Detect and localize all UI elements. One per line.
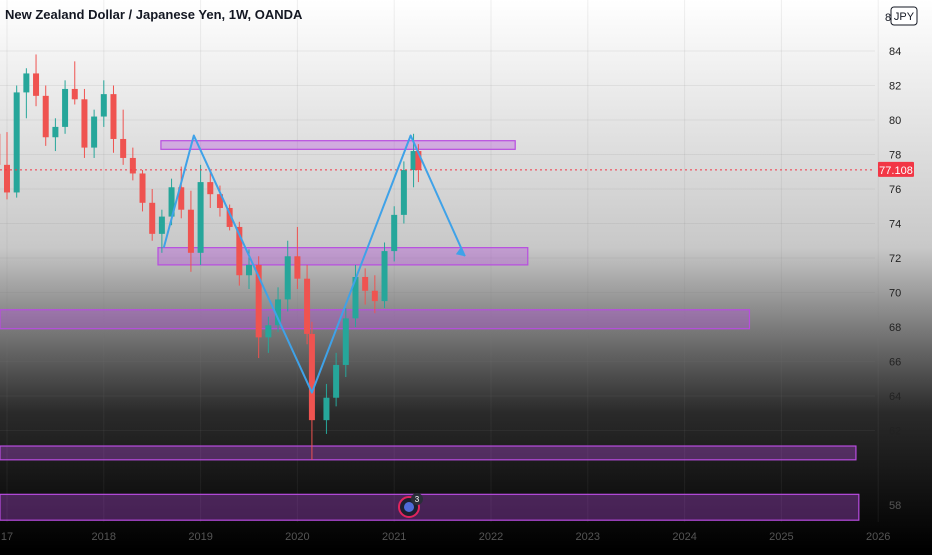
price-tick-label: 68 — [889, 322, 901, 334]
candle-body — [333, 365, 339, 398]
candle-body — [62, 89, 68, 127]
candle-body — [23, 73, 29, 92]
candle-body — [72, 89, 78, 99]
candle-body — [382, 251, 388, 301]
candle-body — [285, 256, 291, 299]
candle-body — [343, 318, 349, 365]
time-tick-label: 17 — [1, 531, 13, 543]
price-tick-label: 82 — [889, 81, 901, 93]
chart-title: New Zealand Dollar / Japanese Yen, 1W, O… — [5, 7, 303, 22]
low-zone-1 — [0, 446, 856, 460]
price-tick-label: 66 — [889, 357, 901, 369]
time-tick-label: 2022 — [479, 531, 503, 543]
candle-body — [304, 279, 310, 334]
price-tick-label: 72 — [889, 253, 901, 265]
candle-body — [33, 73, 39, 95]
candle-body — [4, 165, 10, 193]
candle-body — [198, 182, 204, 253]
event-marker-dot — [404, 502, 414, 512]
candle-body — [372, 291, 378, 301]
candle-body — [120, 139, 126, 158]
time-tick-label: 2026 — [866, 531, 890, 543]
chart-background — [0, 0, 932, 550]
price-tick-label: 84 — [889, 46, 901, 58]
candle-body — [14, 92, 20, 192]
resistance-zone — [161, 141, 515, 150]
price-axis-top-partial: 8 — [885, 12, 891, 24]
candle — [382, 242, 388, 308]
candle-body — [188, 210, 194, 253]
time-tick-label: 2024 — [672, 531, 696, 543]
candle-body — [140, 173, 146, 202]
time-tick-label: 2019 — [188, 531, 212, 543]
candle-body — [362, 277, 368, 291]
candle-body — [207, 182, 213, 194]
price-tick-label: 74 — [889, 219, 901, 231]
price-tick-label: 64 — [889, 391, 901, 403]
price-tick-label: 62 — [889, 426, 901, 438]
candle-body — [149, 203, 155, 234]
price-tick-label: 78 — [889, 150, 901, 162]
candle-body — [391, 215, 397, 251]
candle-body — [101, 94, 107, 116]
candle-body — [52, 127, 58, 137]
last-price-value: 77.108 — [879, 165, 913, 177]
price-tick-label-partial: 58 — [889, 500, 901, 512]
candle-body — [401, 170, 407, 215]
time-tick-label: 2023 — [576, 531, 600, 543]
time-tick-label: 2025 — [769, 531, 793, 543]
candle — [401, 161, 407, 223]
candle — [14, 86, 20, 198]
time-tick-label: 2018 — [92, 531, 116, 543]
candle-body — [91, 117, 97, 148]
price-chart[interactable]: 84 82 80 78 76 74 72 70 68 66 64 62 58 17 2018 2019 202… — [0, 0, 932, 550]
candle-body — [159, 217, 165, 234]
candle-body — [265, 325, 271, 337]
last-price-label: 77.108 — [878, 162, 914, 177]
candle-body — [323, 398, 329, 420]
neckline-zone — [158, 248, 528, 265]
candle-body — [130, 158, 136, 174]
time-tick-label: 2021 — [382, 531, 406, 543]
candle-body — [43, 96, 49, 137]
candle-body — [246, 265, 252, 275]
time-tick-label: 2020 — [285, 531, 309, 543]
candle-body — [110, 94, 116, 139]
low-zone-2 — [0, 494, 859, 520]
chart[interactable]: 84 82 80 78 76 74 72 70 68 66 64 62 58 17 2018 2019 202… — [0, 0, 932, 550]
price-tick-label: 70 — [889, 288, 901, 300]
candle-body — [309, 334, 315, 420]
candle-body — [294, 256, 300, 278]
currency-badge-label: JPY — [894, 11, 915, 23]
price-tick-label: 76 — [889, 184, 901, 196]
price-tick-label: 80 — [889, 115, 901, 127]
event-count-label: 3 — [415, 495, 420, 504]
candle-body — [81, 99, 87, 147]
